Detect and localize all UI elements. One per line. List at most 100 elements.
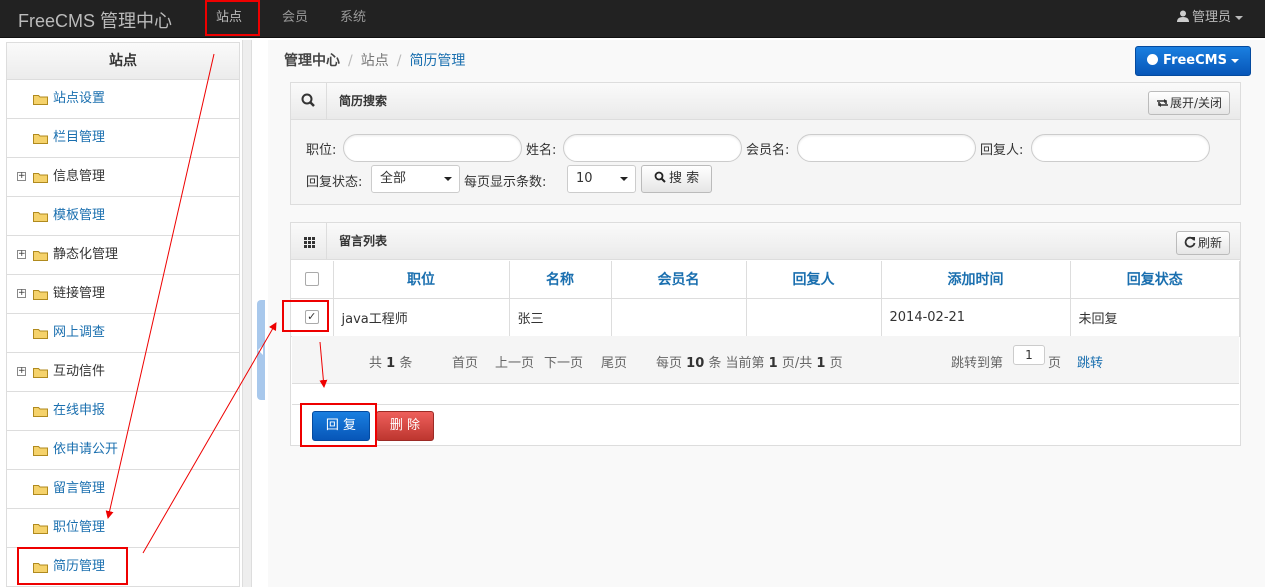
per-page-mid: 条 当前第: [708, 356, 765, 371]
column-header-added-time[interactable]: 添加时间: [881, 261, 1071, 299]
member-input[interactable]: [797, 134, 976, 162]
sidebar-item[interactable]: 依申请公开: [7, 431, 239, 470]
reply-state-select[interactable]: 全部: [371, 165, 460, 193]
sidebar-item-label: 依申请公开: [53, 442, 119, 457]
column-header-replier[interactable]: 回复人: [746, 261, 882, 299]
list-panel-title: 留言列表: [339, 234, 388, 248]
breadcrumb-section[interactable]: 站点: [361, 53, 389, 69]
next-page-link[interactable]: 下一页: [544, 352, 583, 371]
folder-icon: [33, 95, 48, 105]
search-icon: [654, 171, 666, 183]
list-panel-header: 留言列表 刷新: [291, 223, 1240, 260]
replier-label: 回复人:: [980, 143, 1024, 158]
expand-icon[interactable]: +: [17, 367, 26, 376]
position-input[interactable]: [343, 134, 522, 162]
last-page-link[interactable]: 尾页: [601, 352, 627, 371]
freecms-dropdown-button[interactable]: FreeCMS: [1135, 46, 1251, 76]
toggle-search-button[interactable]: 展开/关闭: [1147, 91, 1230, 115]
expand-icon[interactable]: +: [17, 289, 26, 298]
page-size-label: 每页显示条数:: [464, 175, 547, 190]
reply-state-label: 回复状态:: [306, 175, 363, 190]
folder-icon: [33, 446, 48, 456]
reply-state-value: 全部: [380, 171, 407, 186]
sidebar-item-label: 链接管理: [53, 286, 106, 301]
top-navbar: FreeCMS 管理中心 站点 会员 系统 管理员: [0, 0, 1265, 38]
user-menu[interactable]: 管理员: [1176, 0, 1243, 38]
folder-icon: [33, 212, 48, 222]
folder-icon: [33, 368, 48, 378]
highlight-box-reply-button: [300, 403, 377, 447]
total-prefix: 共: [369, 356, 383, 371]
breadcrumb-current[interactable]: 简历管理: [409, 53, 465, 69]
member-label: 会员名:: [746, 143, 790, 158]
freecms-button-label: FreeCMS: [1163, 53, 1227, 68]
search-button-label: 搜 索: [669, 171, 700, 186]
page-size-select[interactable]: 10: [567, 165, 636, 193]
prev-page-link[interactable]: 上一页: [495, 352, 534, 371]
sidebar-item[interactable]: + 互动信件: [7, 353, 239, 392]
sidebar-item[interactable]: + 静态化管理: [7, 236, 239, 275]
globe-icon: [1147, 54, 1159, 65]
sidebar-item[interactable]: + 链接管理: [7, 275, 239, 314]
nav-member[interactable]: 会员: [272, 0, 318, 38]
replier-input[interactable]: [1031, 134, 1210, 162]
collapse-sidebar-handle[interactable]: [257, 300, 265, 400]
expand-icon[interactable]: +: [17, 172, 26, 181]
sidebar: 站点 站点设置 栏目管理 + 信息管理 模板管理 + 静态化管理 + 链接管理 网上调查 + 互动信件…: [6, 42, 240, 587]
first-page-link[interactable]: 首页: [452, 352, 478, 371]
sidebar-title: 站点: [7, 43, 239, 80]
jump-button[interactable]: 跳转: [1077, 352, 1103, 371]
name-input[interactable]: [563, 134, 742, 162]
page-info: 每页 10 条 当前第 1 页/共 1 页: [656, 352, 843, 371]
page-end: 页: [829, 356, 843, 371]
chevron-down-icon: [1235, 15, 1243, 20]
user-name: 管理员: [1191, 10, 1231, 25]
sidebar-splitter[interactable]: [242, 40, 252, 587]
expand-icon[interactable]: +: [17, 250, 26, 259]
folder-icon: [33, 290, 48, 300]
select-all-checkbox[interactable]: [304, 272, 319, 287]
sidebar-item-label: 栏目管理: [53, 130, 106, 145]
search-panel-header: 简历搜索 展开/关闭: [291, 83, 1240, 120]
search-panel: 简历搜索 展开/关闭 职位: 姓名: 会员名: 回复人: 回复状态: 全部 每页…: [290, 82, 1241, 205]
page-size-value: 10: [576, 171, 593, 186]
jump-page-input[interactable]: 1: [1013, 345, 1045, 365]
search-panel-title: 简历搜索: [339, 94, 388, 108]
folder-icon: [33, 485, 48, 495]
column-header-reply-state[interactable]: 回复状态: [1070, 261, 1240, 299]
per-page-value: 10: [686, 356, 705, 371]
chevron-down-icon: [444, 177, 452, 181]
sidebar-item-label: 网上调查: [53, 325, 106, 340]
folder-icon: [33, 329, 48, 339]
select-all-cell: [291, 261, 334, 299]
table-row[interactable]: ✓ java工程师 张三 2014-02-21 未回复: [291, 298, 1240, 337]
column-header-member[interactable]: 会员名: [611, 261, 747, 299]
sidebar-item[interactable]: 网上调查: [7, 314, 239, 353]
nav-system[interactable]: 系统: [330, 0, 376, 38]
total-value: 1: [386, 356, 396, 371]
sidebar-item[interactable]: + 信息管理: [7, 158, 239, 197]
sidebar-item[interactable]: 栏目管理: [7, 119, 239, 158]
column-header-name[interactable]: 名称: [509, 261, 612, 299]
page-of: 页/共: [781, 356, 813, 371]
column-header-position[interactable]: 职位: [333, 261, 510, 299]
sidebar-item[interactable]: 站点设置: [7, 80, 239, 119]
sidebar-item[interactable]: 在线申报: [7, 392, 239, 431]
breadcrumb-home[interactable]: 管理中心: [284, 53, 340, 69]
search-panel-icon-cell: [291, 83, 327, 119]
chevron-down-icon: [620, 177, 628, 181]
sidebar-item[interactable]: 职位管理: [7, 509, 239, 548]
current-page: 1: [768, 356, 778, 371]
action-bar: 回 复 删 除: [292, 404, 1239, 446]
jump-unit: 页: [1048, 356, 1062, 371]
sidebar-item[interactable]: 留言管理: [7, 470, 239, 509]
refresh-button[interactable]: 刷新: [1175, 231, 1230, 255]
sidebar-item-label: 留言管理: [53, 481, 106, 496]
highlight-box-row-checkbox: [282, 300, 329, 332]
cell-reply-state: 未回复: [1070, 298, 1240, 337]
app-brand[interactable]: FreeCMS 管理中心: [18, 7, 172, 33]
delete-button[interactable]: 删 除: [376, 411, 434, 441]
sidebar-item[interactable]: 模板管理: [7, 197, 239, 236]
search-button[interactable]: 搜 索: [641, 165, 713, 193]
cell-position: java工程师: [333, 298, 510, 337]
